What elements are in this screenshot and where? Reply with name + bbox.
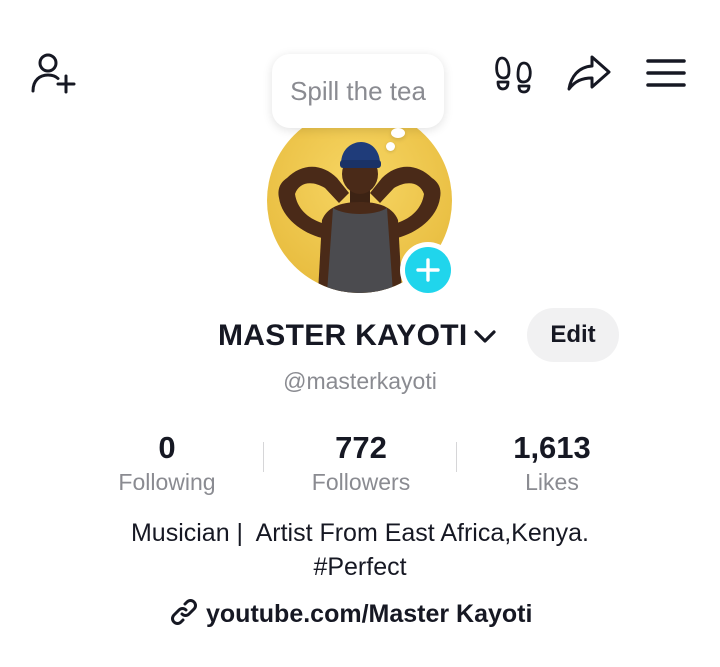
stat-value: 0: [158, 430, 176, 465]
link-text: youtube.com/Master Kayoti: [206, 599, 533, 628]
bio-line-2: #Perfect: [313, 553, 407, 581]
footprints-icon: [495, 56, 532, 94]
bubble-tail-large: [391, 128, 405, 138]
display-name: MASTER KAYOTI: [218, 319, 468, 352]
stat-label: Following: [118, 469, 216, 495]
display-name-row: MASTER KAYOTI: [218, 314, 499, 358]
stat-label: Followers: [311, 469, 411, 495]
add-story-button[interactable]: [400, 242, 456, 298]
stat-following[interactable]: 0 Following: [87, 428, 247, 496]
hamburger-menu-icon: [646, 59, 686, 87]
share-profile-button[interactable]: [564, 50, 614, 96]
stat-likes[interactable]: 1,613 Likes: [472, 428, 632, 496]
stat-divider: [263, 442, 264, 472]
note-bubble[interactable]: Spill the tea: [272, 54, 444, 128]
stat-divider: [456, 442, 457, 472]
note-placeholder: Spill the tea: [290, 75, 426, 106]
stat-value: 1,613: [513, 430, 591, 465]
share-arrow-icon: [567, 55, 611, 91]
link-icon: [170, 598, 198, 631]
stat-followers[interactable]: 772 Followers: [281, 428, 441, 496]
bubble-tail-small: [386, 142, 395, 151]
profile-views-button[interactable]: [492, 52, 536, 96]
add-friend-button[interactable]: [26, 50, 80, 96]
edit-profile-button[interactable]: Edit: [527, 308, 619, 362]
bio-line-1: Musician | Artist From East Africa,Kenya…: [130, 519, 590, 547]
username: @masterkayoti: [283, 368, 437, 394]
stat-label: Likes: [525, 469, 579, 495]
person-add-icon: [31, 53, 76, 94]
menu-button[interactable]: [644, 52, 688, 94]
stat-value: 772: [335, 430, 387, 465]
chevron-down-icon[interactable]: [473, 323, 499, 349]
profile-link[interactable]: youtube.com/Master Kayoti: [170, 596, 532, 632]
plus-icon: [405, 247, 451, 293]
